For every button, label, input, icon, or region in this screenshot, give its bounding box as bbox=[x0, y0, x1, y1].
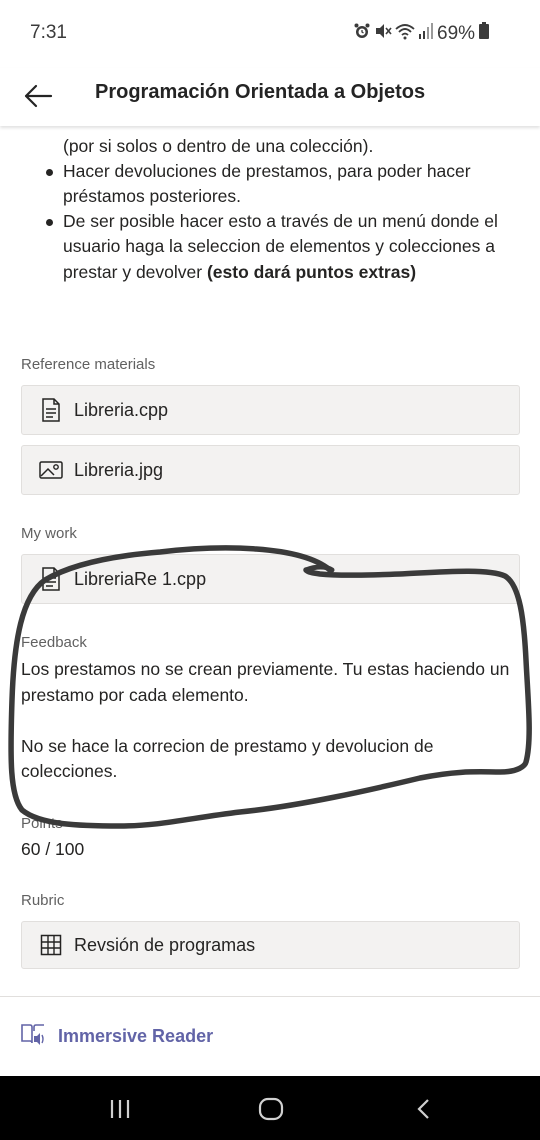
feedback-label: Feedback bbox=[21, 634, 87, 651]
instruction-text: Hacer devoluciones de prestamos, para po… bbox=[63, 161, 471, 181]
immersive-reader-icon bbox=[20, 1021, 46, 1052]
battery-icon bbox=[478, 22, 490, 46]
system-nav-bar bbox=[0, 1076, 540, 1140]
home-icon bbox=[258, 1097, 284, 1121]
page-title: Programación Orientada a Objetos bbox=[95, 81, 426, 103]
points-label: Points bbox=[21, 815, 63, 832]
instruction-text-bold: (esto dará puntos extras) bbox=[206, 262, 417, 282]
file-name: LibreriaRe 1.cpp bbox=[74, 568, 207, 589]
feedback-line: No se hace la correcion de prestamo y de… bbox=[21, 735, 434, 756]
instruction-text: (por si solos o dentro de una colección)… bbox=[63, 136, 374, 156]
instruction-text: usuario haga la seleccion de elementos y… bbox=[63, 236, 495, 256]
feedback-line: prestamo por cada elemento. bbox=[21, 684, 249, 705]
reference-materials-label: Reference materials bbox=[21, 356, 156, 373]
bullet-dot bbox=[46, 219, 53, 226]
status-bar: 7:31 69% bbox=[0, 0, 540, 68]
rubric-card[interactable]: Revsión de programas bbox=[21, 921, 520, 969]
rubric-label: Rubric bbox=[21, 892, 65, 909]
back-button[interactable] bbox=[18, 76, 58, 116]
wifi-icon bbox=[395, 22, 415, 46]
document-icon bbox=[38, 566, 64, 592]
system-back-button[interactable] bbox=[404, 1094, 444, 1124]
instruction-text: préstamos posteriores. bbox=[63, 186, 241, 206]
grid-icon bbox=[38, 932, 64, 958]
back-icon bbox=[417, 1099, 429, 1119]
file-card-libreriare-cpp[interactable]: LibreriaRe 1.cpp bbox=[21, 554, 520, 604]
battery-percent: 69% bbox=[437, 23, 476, 44]
footer-divider bbox=[0, 996, 540, 997]
immersive-reader-label: Immersive Reader bbox=[58, 1025, 214, 1046]
points-value: 60 / 100 bbox=[21, 839, 85, 859]
rubric-name: Revsión de programas bbox=[74, 934, 256, 955]
app-header: Programación Orientada a Objetos bbox=[0, 68, 540, 126]
instruction-text: prestar y devolver (esto dará puntos ext… bbox=[63, 260, 416, 286]
status-time: 7:31 bbox=[30, 22, 67, 43]
alarm-icon bbox=[353, 22, 371, 46]
instruction-text-plain: prestar y devolver bbox=[63, 262, 207, 282]
file-name: Libreria.jpg bbox=[74, 459, 164, 480]
back-arrow-icon bbox=[24, 84, 53, 108]
status-right-group: 69% bbox=[353, 22, 490, 46]
file-card-libreria-jpg[interactable]: Libreria.jpg bbox=[21, 445, 520, 495]
mute-icon bbox=[374, 22, 392, 46]
signal-icon bbox=[418, 22, 434, 46]
my-work-label: My work bbox=[21, 525, 77, 542]
instruction-text: De ser posible hacer esto a través de un… bbox=[63, 211, 498, 231]
home-button[interactable] bbox=[251, 1094, 291, 1124]
recent-apps-icon bbox=[110, 1100, 130, 1118]
immersive-reader-button[interactable]: Immersive Reader bbox=[20, 1020, 213, 1052]
feedback-line: Los prestamos no se crean previamente. T… bbox=[21, 659, 510, 679]
image-icon bbox=[38, 457, 64, 483]
file-name: Libreria.cpp bbox=[74, 399, 169, 420]
recent-apps-button[interactable] bbox=[100, 1094, 140, 1124]
bullet-dot bbox=[46, 169, 53, 176]
feedback-text: Los prestamos no se crean previamente. T… bbox=[21, 657, 526, 785]
file-card-libreria-cpp[interactable]: Libreria.cpp bbox=[21, 385, 520, 435]
document-icon bbox=[38, 397, 64, 423]
feedback-line: colecciones. bbox=[21, 761, 118, 781]
